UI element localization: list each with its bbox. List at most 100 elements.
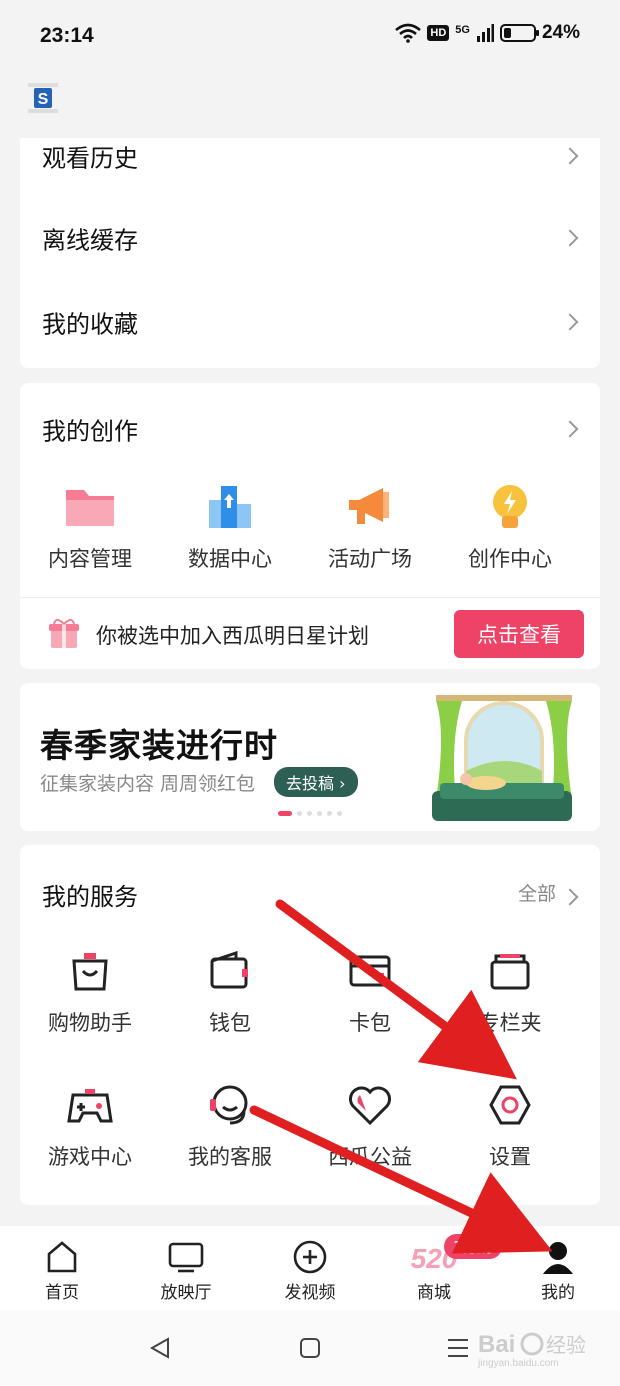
service-label: 专栏夹 — [478, 1011, 542, 1035]
tab-label: 商城 — [417, 1283, 451, 1303]
settings-hex-icon — [484, 1079, 536, 1131]
chevron-right-icon — [561, 313, 579, 331]
service-label: 我的客服 — [188, 1145, 272, 1169]
creation-item-center[interactable]: 创作中心 — [440, 481, 580, 573]
creation-header-row[interactable]: 我的创作 — [20, 387, 600, 471]
service-shopping[interactable]: 购物助手 — [20, 945, 160, 1037]
carousel-dot — [337, 811, 342, 816]
back-icon[interactable] — [148, 1336, 172, 1360]
svg-text:jingyan.baidu.com: jingyan.baidu.com — [477, 1358, 559, 1369]
wallet-icon — [204, 945, 256, 997]
service-label: 设置 — [489, 1145, 531, 1169]
offline-cache-row[interactable]: 离线缓存 — [20, 196, 600, 280]
signal-icon — [476, 24, 494, 42]
battery-percent: 24% — [541, 22, 580, 43]
submit-tag-button[interactable]: 去投稿 › — [274, 767, 358, 797]
tab-label: 首页 — [45, 1283, 79, 1303]
add-circle-icon — [293, 1240, 327, 1274]
creation-card: 我的创作 内容管理 数据中心 活动广场 创作中心 你被选中加入西瓜明日星计划 点… — [20, 383, 600, 669]
service-wallet[interactable]: 钱包 — [160, 945, 300, 1037]
services-row-1: 购物助手 钱包 卡包 专栏夹 — [20, 945, 600, 1037]
promo-subtitle: 征集家装内容 周周领红包 — [40, 773, 256, 795]
carousel-dot — [317, 811, 322, 816]
carousel-dot — [307, 811, 312, 816]
card-icon — [344, 945, 396, 997]
service-label: 游戏中心 — [48, 1145, 132, 1169]
submit-tag-label: 去投稿 — [286, 774, 335, 793]
menu-lines-icon[interactable] — [446, 1336, 470, 1360]
home-icon — [47, 1241, 77, 1273]
tab-label: 发视频 — [284, 1283, 336, 1303]
view-now-button[interactable]: 点击查看 — [454, 610, 584, 658]
tab-label: 我的 — [541, 1283, 575, 1303]
battery-icon — [499, 24, 539, 42]
carousel-dots — [278, 811, 342, 816]
creation-item-label: 内容管理 — [48, 547, 132, 571]
data-chart-icon — [204, 481, 256, 533]
column-folder-icon — [484, 945, 536, 997]
bottom-tab-bar: 首页 放映厅 发视频 520 商城 我的 — [0, 1226, 620, 1310]
service-charity[interactable]: 西瓜公益 — [300, 1079, 440, 1171]
wifi-icon — [395, 23, 422, 43]
services-row-2: 游戏中心 我的客服 西瓜公益 设置 — [20, 1079, 600, 1171]
services-title: 我的服务 — [42, 883, 138, 911]
offline-cache-label: 离线缓存 — [42, 226, 138, 255]
creation-grid: 内容管理 数据中心 活动广场 创作中心 — [20, 481, 600, 573]
service-game-center[interactable]: 游戏中心 — [20, 1079, 160, 1171]
svg-text:经验: 经验 — [546, 1334, 586, 1357]
system-nav-bar: Bai 经验 jingyan.baidu.com — [0, 1310, 620, 1386]
promo-banner[interactable]: 春季家装进行时 征集家装内容 周周领红包 去投稿 › — [20, 683, 600, 831]
service-column-folder[interactable]: 专栏夹 — [440, 945, 580, 1037]
status-bar: 23:14 HD 5G 24% — [0, 0, 620, 76]
service-settings[interactable]: 设置 — [440, 1079, 580, 1171]
star-plan-text: 你被选中加入西瓜明日星计划 — [96, 624, 369, 648]
history-card: 观看历史 离线缓存 我的收藏 — [20, 138, 600, 368]
home-square-icon[interactable] — [298, 1336, 322, 1360]
creation-item-label: 创作中心 — [468, 547, 552, 571]
creation-item-activity[interactable]: 活动广场 — [300, 481, 440, 573]
folder-icon — [64, 481, 116, 533]
watermark-logo: S — [28, 83, 58, 113]
service-label: 西瓜公益 — [328, 1145, 412, 1169]
services-card: 我的服务 全部 购物助手 钱包 卡包 专栏夹 游戏中心 我的客服 西瓜公益 设置 — [20, 845, 600, 1205]
service-label: 购物助手 — [48, 1011, 132, 1035]
service-cards[interactable]: 卡包 — [300, 945, 440, 1037]
carousel-dot — [297, 811, 302, 816]
watch-history-row[interactable]: 观看历史 — [20, 114, 600, 198]
gift-icon — [49, 619, 79, 648]
tab-publish-video[interactable]: 发视频 — [248, 1226, 372, 1310]
status-indicators: HD 5G 24% — [395, 22, 580, 44]
person-icon — [543, 1242, 573, 1274]
svg-text:Bai: Bai — [478, 1331, 515, 1358]
svg-text:S: S — [38, 91, 49, 108]
baidu-watermark: Bai 经验 jingyan.baidu.com — [477, 1331, 586, 1369]
network-label: 5G — [455, 24, 470, 36]
service-label: 钱包 — [209, 1011, 251, 1035]
tv-icon — [168, 1242, 204, 1273]
tab-mine[interactable]: 我的 — [496, 1226, 620, 1310]
watch-history-label: 观看历史 — [42, 144, 138, 173]
favorites-row[interactable]: 我的收藏 — [20, 280, 600, 364]
hd-badge: HD — [427, 25, 450, 41]
promo-illustration — [432, 695, 572, 821]
carousel-dot — [327, 811, 332, 816]
chevron-right-icon — [561, 229, 579, 247]
shopping-bag-icon — [64, 945, 116, 997]
favorites-label: 我的收藏 — [42, 310, 138, 339]
service-label: 卡包 — [349, 1011, 391, 1035]
tab-theater[interactable]: 放映厅 — [124, 1226, 248, 1310]
tab-label: 放映厅 — [160, 1283, 212, 1303]
megaphone-icon — [344, 481, 396, 533]
heart-icon — [344, 1079, 396, 1131]
promo-title: 春季家装进行时 — [40, 726, 278, 765]
carousel-dot — [278, 811, 292, 816]
battery-fill — [503, 28, 511, 38]
status-time: 23:14 — [40, 24, 94, 47]
creation-item-data[interactable]: 数据中心 — [160, 481, 300, 573]
all-label: 全部 — [517, 883, 556, 905]
creation-item-content[interactable]: 内容管理 — [20, 481, 160, 573]
chevron-right-icon — [561, 420, 579, 438]
star-plan-banner[interactable]: 你被选中加入西瓜明日星计划 点击查看 — [20, 597, 600, 669]
service-customer-support[interactable]: 我的客服 — [160, 1079, 300, 1171]
tab-home[interactable]: 首页 — [0, 1226, 124, 1310]
